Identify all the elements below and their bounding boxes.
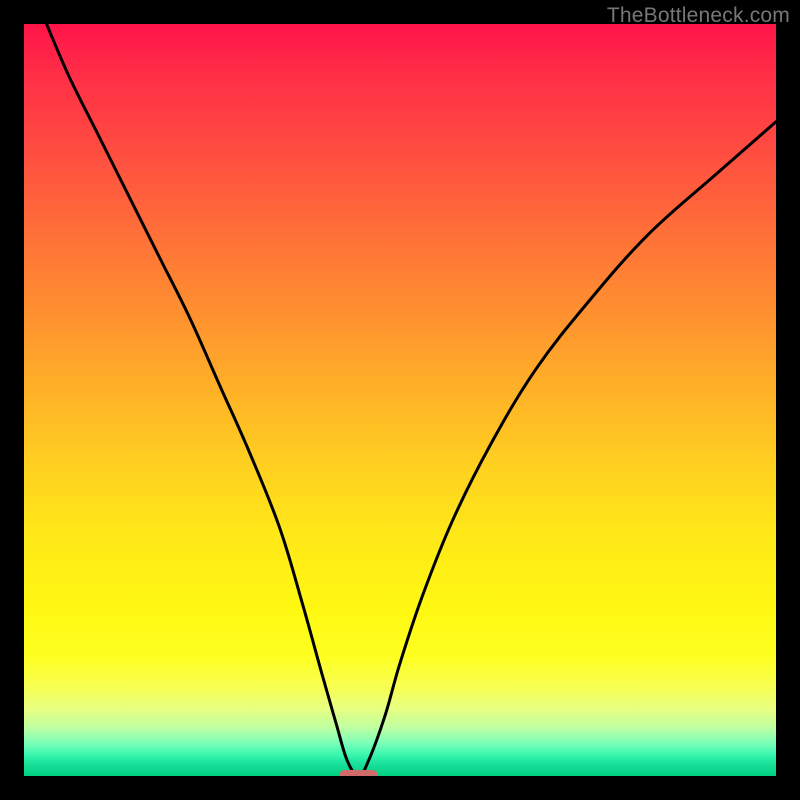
curve-layer (24, 24, 776, 776)
optimal-marker (339, 770, 378, 776)
bottleneck-curve (47, 24, 776, 776)
chart-plot-area (24, 24, 776, 776)
watermark-text: TheBottleneck.com (607, 4, 790, 28)
